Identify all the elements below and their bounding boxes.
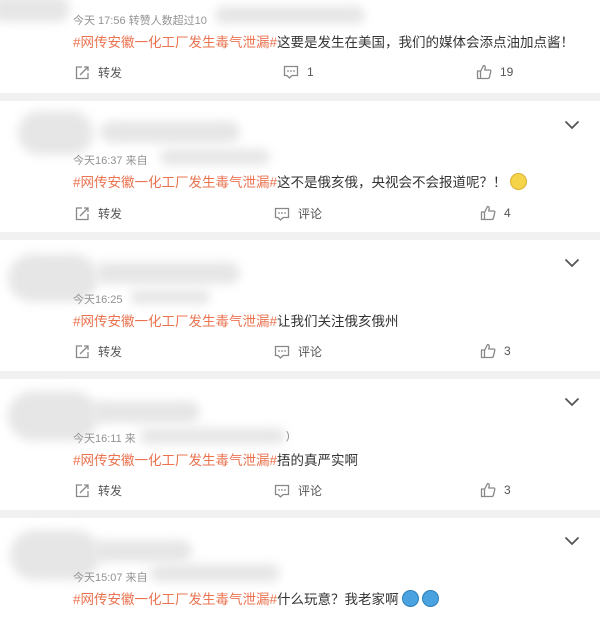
comment-meta: 今天16:11 来) xyxy=(73,430,303,446)
action-bar: 转发 1 19 xyxy=(0,64,600,84)
emoji-icon xyxy=(401,590,419,607)
repost-button[interactable]: 转发 xyxy=(74,482,122,499)
emoji-icon xyxy=(421,590,439,607)
comment-meta: 今天 17:56 转赞人数超过10 xyxy=(73,15,207,27)
repost-label: 转发 xyxy=(98,484,123,498)
comment-button[interactable]: 评论 xyxy=(274,205,322,222)
repost-button[interactable]: 转发 xyxy=(74,343,122,360)
comment-meta: 今天16:25 xyxy=(73,294,123,306)
repost-icon xyxy=(75,65,89,79)
meta-time-source: 今天16:11 来 xyxy=(73,433,136,445)
repost-label: 转发 xyxy=(98,66,123,80)
repost-label: 转发 xyxy=(98,345,123,359)
username-redacted xyxy=(95,262,240,284)
comment-label: 评论 xyxy=(298,207,323,221)
comment-text: #网传安徽一化工厂发生毒气泄漏#这不是俄亥俄，央视会不会报道呢？！ xyxy=(73,171,527,191)
meta-tail: ) xyxy=(286,430,290,442)
thumbs-up-icon xyxy=(480,482,496,498)
comment-body: 捂的真严实啊 xyxy=(277,453,359,468)
repost-label: 转发 xyxy=(98,207,123,221)
comment-text: #网传安徽一化工厂发生毒气泄漏#捂的真严实啊 xyxy=(73,449,358,469)
comment-body: 让我们关注俄亥俄州 xyxy=(277,314,399,329)
repost-button[interactable]: 转发 xyxy=(74,205,122,222)
comment-body: 这要是发生在美国，我们的媒体会添点油加点酱！ xyxy=(277,35,575,50)
chevron-down-icon[interactable] xyxy=(564,258,580,268)
redacted-area xyxy=(130,290,210,304)
like-count: 3 xyxy=(504,344,511,358)
topic-hashtag[interactable]: #网传安徽一化工厂发生毒气泄漏# xyxy=(73,592,277,607)
comment-icon xyxy=(283,65,299,79)
comment-card: 今天16:11 来) #网传安徽一化工厂发生毒气泄漏#捂的真严实啊 转发 评论 … xyxy=(0,379,600,510)
comment-card: 今天 17:56 转赞人数超过10 #网传安徽一化工厂发生毒气泄漏#这要是发生在… xyxy=(0,0,600,93)
action-bar: 转发 评论 3 xyxy=(0,343,600,363)
redacted-area xyxy=(215,6,365,24)
username-redacted xyxy=(92,540,192,562)
avatar-redacted xyxy=(18,111,93,155)
comment-card: 今天16:25 #网传安徽一化工厂发生毒气泄漏#让我们关注俄亥俄州 转发 评论 … xyxy=(0,240,600,371)
comment-icon xyxy=(274,345,290,359)
topic-hashtag[interactable]: #网传安徽一化工厂发生毒气泄漏# xyxy=(73,453,277,468)
comment-text: #网传安徽一化工厂发生毒气泄漏#这要是发生在美国，我们的媒体会添点油加点酱！ xyxy=(73,31,574,51)
repost-icon xyxy=(75,344,89,358)
redacted-area xyxy=(150,564,280,582)
comment-meta: 今天16:37 来自 xyxy=(73,155,148,167)
like-count: 19 xyxy=(500,65,514,79)
username-redacted xyxy=(100,121,240,143)
topic-hashtag[interactable]: #网传安徽一化工厂发生毒气泄漏# xyxy=(73,175,277,190)
like-button[interactable]: 19 xyxy=(476,64,513,80)
comment-body: 什么玩意？我老家啊 xyxy=(277,592,399,607)
comment-count: 1 xyxy=(307,65,314,79)
comment-label: 评论 xyxy=(298,484,323,498)
like-button[interactable]: 3 xyxy=(480,343,511,359)
comment-icon xyxy=(274,207,290,221)
action-bar: 转发 评论 3 xyxy=(0,482,600,502)
repost-button[interactable]: 转发 xyxy=(74,64,122,81)
comment-meta: 今天15:07 来自 xyxy=(73,572,148,584)
comment-text: #网传安徽一化工厂发生毒气泄漏#让我们关注俄亥俄州 xyxy=(73,310,399,330)
comment-label: 评论 xyxy=(298,345,323,359)
action-bar: 转发 评论 4 xyxy=(0,205,600,225)
like-button[interactable]: 3 xyxy=(480,482,511,498)
like-button[interactable]: 4 xyxy=(480,205,511,221)
thumbs-up-icon xyxy=(476,64,492,80)
chevron-down-icon[interactable] xyxy=(564,397,580,407)
comment-text: #网传安徽一化工厂发生毒气泄漏#什么玩意？我老家啊 xyxy=(73,588,439,608)
emoji-icon xyxy=(509,173,527,190)
username-redacted xyxy=(90,401,200,423)
thumbs-up-icon xyxy=(480,205,496,221)
repost-icon xyxy=(75,483,89,497)
comment-body: 这不是俄亥俄，央视会不会报道呢？！ xyxy=(277,175,507,190)
chevron-down-icon[interactable] xyxy=(564,536,580,546)
repost-icon xyxy=(75,206,89,220)
topic-hashtag[interactable]: #网传安徽一化工厂发生毒气泄漏# xyxy=(73,35,277,50)
topic-hashtag[interactable]: #网传安徽一化工厂发生毒气泄漏# xyxy=(73,314,277,329)
comment-icon xyxy=(274,484,290,498)
comment-button[interactable]: 评论 xyxy=(274,343,322,360)
chevron-down-icon[interactable] xyxy=(564,120,580,130)
like-count: 3 xyxy=(504,483,511,497)
comment-button[interactable]: 评论 xyxy=(274,482,322,499)
redacted-area xyxy=(160,149,270,165)
like-count: 4 xyxy=(504,206,511,220)
redacted-area xyxy=(0,0,70,22)
comment-button[interactable]: 1 xyxy=(283,64,314,80)
comment-card: 今天16:37 来自 #网传安徽一化工厂发生毒气泄漏#这不是俄亥俄，央视会不会报… xyxy=(0,101,600,232)
comment-card: 今天15:07 来自 #网传安徽一化工厂发生毒气泄漏#什么玩意？我老家啊 xyxy=(0,518,600,617)
thumbs-up-icon xyxy=(480,343,496,359)
